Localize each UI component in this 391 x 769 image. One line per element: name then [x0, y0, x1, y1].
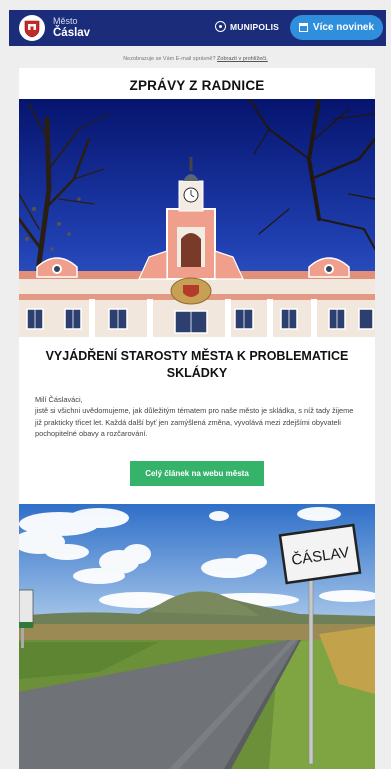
view-in-browser-link[interactable]: Zobrazit v prohlížeči. [217, 56, 268, 62]
city-kind-label: Město [53, 15, 78, 26]
article-title: VYJÁDŘENÍ STAROSTY MĚSTA K PROBLEMATICE … [45, 349, 349, 380]
city-name-label: Čáslav [53, 26, 91, 39]
more-news-label: Více novinek [312, 22, 375, 33]
more-news-button[interactable]: Více novinek [290, 15, 383, 40]
calendar-icon [298, 23, 308, 32]
display-notice: Nezobrazuje se Vám E-mail správně? Zobra… [0, 56, 391, 62]
article-paragraph: jistě si všichni uvědomujeme, jak důleži… [35, 406, 354, 439]
munipolis-logo[interactable]: MUNIPOLIS [215, 21, 279, 32]
article-greeting: Milí Čáslaváci, [35, 395, 83, 404]
news-card: ZPRÁVY Z RADNICE VYJÁDŘENÍ STAROSTY MĚST… [19, 68, 375, 504]
article-body: Milí Čáslaváci, jistě si všichni uvědomu… [35, 394, 361, 440]
city-name-block[interactable]: Město Čáslav [53, 15, 91, 40]
section-title: ZPRÁVY Z RADNICE [129, 78, 265, 93]
city-crest-icon[interactable] [19, 15, 45, 41]
town-hall-photo [19, 99, 375, 337]
landfill-road-photo: ČÁSLAV [19, 504, 375, 769]
full-article-button[interactable]: Celý článek na webu města [130, 461, 264, 486]
munipolis-logo-text: MUNIPOLIS [230, 21, 280, 32]
munipolis-logo-icon [215, 21, 226, 32]
display-notice-text: Nezobrazuje se Vám E-mail správně? [123, 56, 216, 62]
newsletter-header: Město Čáslav MUNIPOLIS Více novinek [9, 10, 386, 46]
